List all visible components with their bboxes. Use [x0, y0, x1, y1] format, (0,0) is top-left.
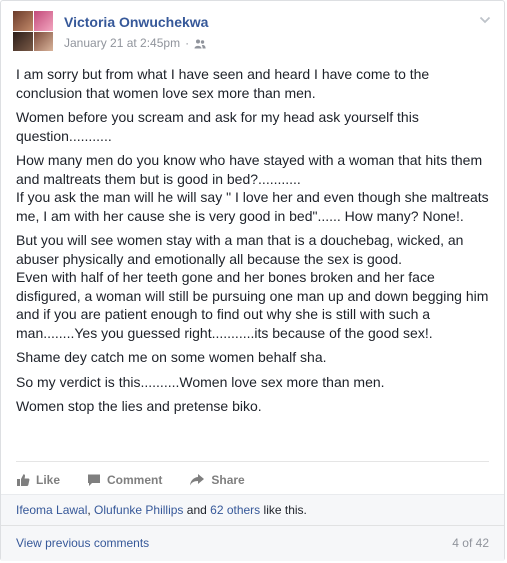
likes-and: and [183, 503, 211, 517]
others-link[interactable]: 62 others [210, 503, 260, 517]
post-paragraph: So my verdict is this..........Women lov… [16, 373, 385, 390]
comment-button[interactable]: Comment [87, 473, 162, 487]
post-paragraph: Women stop the lies and pretense biko. [16, 398, 262, 414]
post-meta: January 21 at 2:45pm · [64, 36, 206, 50]
liker-link[interactable]: Olufunke Phillips [94, 503, 183, 517]
like-button[interactable]: Like [16, 473, 60, 487]
share-icon [190, 474, 205, 486]
likes-suffix: like this. [260, 503, 307, 517]
avatar[interactable] [13, 11, 53, 51]
friends-icon[interactable] [194, 38, 206, 49]
comment-label: Comment [107, 473, 163, 487]
comment-icon [88, 474, 101, 486]
post-body: I am sorry but from what I have seen and… [16, 65, 494, 422]
likes-summary: Ifeoma Lawal, Olufunke Phillips and 62 o… [1, 494, 504, 525]
post-paragraph: But you will see women stay with a man t… [16, 232, 489, 341]
thumbs-up-icon [17, 474, 30, 486]
view-previous-comments-link[interactable]: View previous comments [16, 526, 149, 561]
post-card: Victoria Onwuchekwa January 21 at 2:45pm… [0, 0, 505, 561]
like-label: Like [36, 473, 61, 487]
chevron-down-icon[interactable] [478, 13, 492, 27]
post-paragraph: Shame dey catch me on some women behalf … [16, 349, 327, 365]
comments-count: 4 of 42 [452, 536, 489, 550]
post-actions: Like Comment Share [16, 461, 489, 492]
liker-link[interactable]: Ifeoma Lawal [16, 503, 87, 517]
post-timestamp[interactable]: January 21 at 2:45pm [64, 36, 180, 50]
share-button[interactable]: Share [189, 473, 245, 487]
post-paragraph: I am sorry but from what I have seen and… [16, 66, 430, 101]
post-header: Victoria Onwuchekwa January 21 at 2:45pm… [13, 11, 492, 55]
author-name[interactable]: Victoria Onwuchekwa [64, 14, 208, 30]
comments-pager: View previous comments 4 of 42 [1, 525, 504, 561]
share-label: Share [211, 473, 245, 487]
meta-separator: · [185, 36, 190, 50]
post-paragraph: How many men do you know who have stayed… [16, 152, 489, 224]
post-paragraph: Women before you scream and ask for my h… [16, 109, 419, 144]
